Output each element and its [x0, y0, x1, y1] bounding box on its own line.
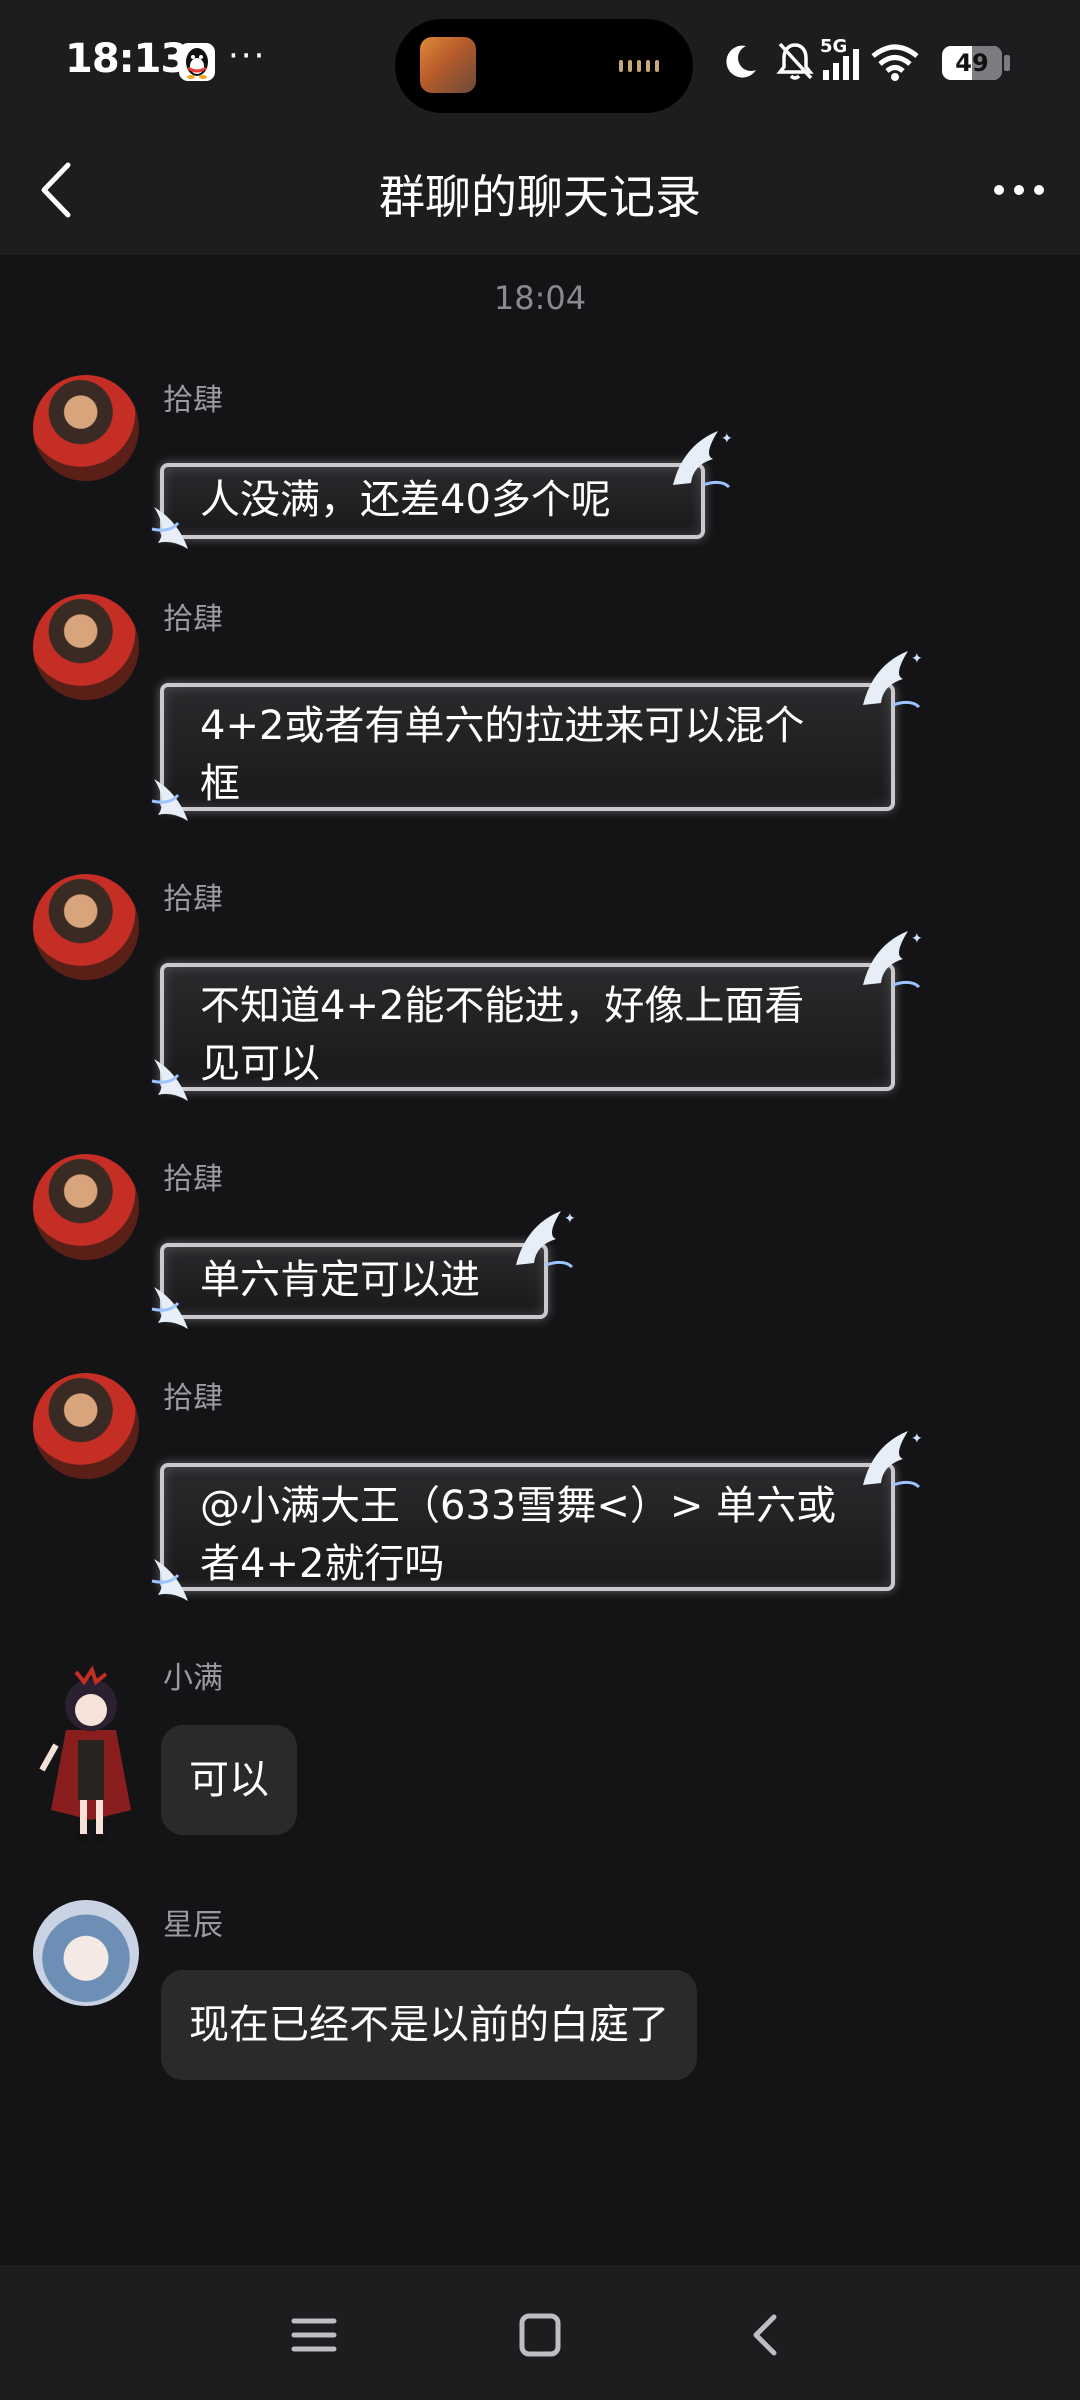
message-bubble[interactable]: 4+2或者有单六的拉进来可以混个框 ✦: [151, 651, 923, 821]
message-text: 单六肯定可以进: [200, 1257, 480, 1303]
message-bubble[interactable]: 人没满，还差40多个呢 ✦: [151, 431, 733, 549]
status-more-dots: ···: [228, 36, 267, 76]
dynamic-island[interactable]: [395, 19, 693, 113]
battery-indicator: 49: [942, 46, 1002, 80]
message-text: 人没满，还差40多个呢: [200, 477, 611, 523]
wing-decoration-icon: ✦: [863, 1431, 923, 1489]
avatar-shisi[interactable]: [33, 594, 139, 700]
system-back-button[interactable]: [736, 2305, 796, 2365]
avatar-xingchen[interactable]: [33, 1900, 139, 2006]
wing-decoration-icon: [151, 507, 188, 549]
svg-text:✦: ✦: [911, 651, 923, 667]
wing-decoration-icon: ✦: [863, 931, 923, 989]
wing-decoration-icon: [151, 779, 188, 821]
svg-text:✦: ✦: [721, 431, 733, 447]
wing-decoration-icon: [151, 1559, 188, 1601]
message-text: 不知道4+2能不能进，好像上面看见可以: [200, 983, 805, 1087]
wing-decoration-icon: ✦: [673, 431, 733, 489]
island-media-thumbnail: [420, 37, 476, 93]
svg-text:✦: ✦: [564, 1211, 576, 1227]
square-home-icon: [519, 2313, 561, 2357]
battery-level: 49: [955, 49, 989, 77]
triangle-back-icon: [753, 2314, 777, 2356]
message-timestamp: 18:04: [493, 279, 587, 317]
sender-name: 拾肆: [163, 1162, 223, 1197]
wing-decoration-icon: [151, 1059, 188, 1101]
chat-history[interactable]: 18:04 拾肆 人没满，还差40多个呢 ✦ 拾肆 4+2或者有单六的拉进来可以…: [0, 255, 1080, 2265]
title-bar: 群聊的聊天记录: [0, 125, 1080, 255]
svg-text:✦: ✦: [911, 931, 923, 947]
more-horizontal-icon: [994, 185, 1044, 195]
page-title: 群聊的聊天记录: [379, 170, 701, 224]
battery-tip: [1004, 55, 1010, 71]
avatar-xiaoman[interactable]: [36, 1660, 146, 1850]
sender-name: 小满: [163, 1661, 223, 1696]
recents-button[interactable]: [284, 2305, 344, 2365]
sender-name: 拾肆: [163, 602, 223, 637]
sender-name: 拾肆: [163, 1381, 223, 1416]
message-text: @小满大王（633雪舞<）> 单六或者4+2就行吗: [200, 1483, 837, 1587]
message-bubble[interactable]: 单六肯定可以进 ✦: [151, 1211, 576, 1329]
message-bubble[interactable]: 现在已经不是以前的白庭了: [161, 1970, 697, 2080]
qq-penguin-icon: [178, 42, 216, 82]
moon-icon: [726, 45, 756, 78]
more-options-button[interactable]: [984, 159, 1054, 221]
wifi-icon: [871, 44, 919, 81]
sender-name: 拾肆: [163, 383, 223, 418]
menu-icon: [291, 2318, 337, 2352]
svg-text:✦: ✦: [911, 1431, 923, 1447]
sender-name: 星辰: [163, 1908, 223, 1943]
home-button[interactable]: [510, 2305, 570, 2365]
status-indicators: 5G 49: [720, 0, 1080, 125]
audio-wave-icon: [619, 60, 659, 72]
wing-decoration-icon: ✦: [516, 1211, 576, 1269]
system-navigation-bar: [0, 2265, 1080, 2400]
avatar-shisi[interactable]: [33, 1373, 139, 1479]
message-text: 4+2或者有单六的拉进来可以混个框: [200, 703, 805, 807]
status-bar: 18:13 ··· 5G 49: [0, 0, 1080, 125]
avatar-shisi[interactable]: [33, 375, 139, 481]
avatar-shisi[interactable]: [33, 874, 139, 980]
sender-name: 拾肆: [163, 882, 223, 917]
message-bubble[interactable]: 不知道4+2能不能进，好像上面看见可以 ✦: [151, 931, 923, 1101]
wing-decoration-icon: ✦: [863, 651, 923, 709]
message-bubble[interactable]: @小满大王（633雪舞<）> 单六或者4+2就行吗 ✦: [151, 1431, 923, 1601]
wing-decoration-icon: [151, 1287, 188, 1329]
avatar-shisi[interactable]: [33, 1154, 139, 1260]
mute-bell-icon: [776, 42, 814, 80]
status-time: 18:13: [65, 36, 188, 82]
signal-icon: [823, 49, 859, 80]
message-bubble[interactable]: 可以: [161, 1725, 297, 1835]
